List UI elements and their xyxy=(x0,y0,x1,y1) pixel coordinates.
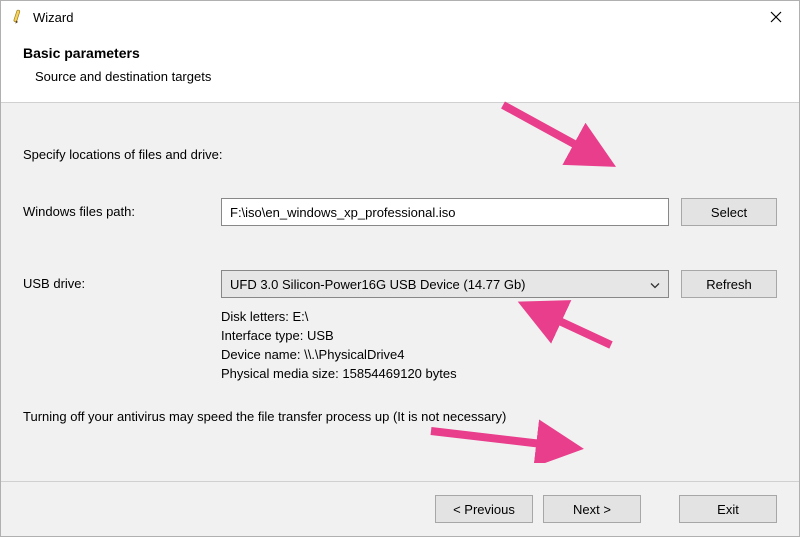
page-title: Basic parameters xyxy=(23,45,777,61)
files-path-input[interactable] xyxy=(221,198,669,226)
previous-button[interactable]: < Previous xyxy=(435,495,533,523)
usb-drive-row: USB drive: UFD 3.0 Silicon-Power16G USB … xyxy=(23,270,777,298)
wizard-window: Wizard Basic parameters Source and desti… xyxy=(0,0,800,537)
footer: < Previous Next > Exit xyxy=(1,481,799,536)
annotation-arrow-select xyxy=(491,97,631,177)
detail-interface-type: Interface type: USB xyxy=(221,327,777,346)
next-button[interactable]: Next > xyxy=(543,495,641,523)
exit-button[interactable]: Exit xyxy=(679,495,777,523)
usb-drive-selected: UFD 3.0 Silicon-Power16G USB Device (14.… xyxy=(230,277,526,292)
titlebar: Wizard xyxy=(1,1,799,33)
detail-physical-size: Physical media size: 15854469120 bytes xyxy=(221,365,777,384)
header-panel: Basic parameters Source and destination … xyxy=(1,33,799,103)
files-path-row: Windows files path: Select xyxy=(23,198,777,226)
chevron-down-icon xyxy=(650,277,660,292)
antivirus-note: Turning off your antivirus may speed the… xyxy=(23,409,777,424)
page-subtitle: Source and destination targets xyxy=(23,69,777,84)
select-button[interactable]: Select xyxy=(681,198,777,226)
window-title: Wizard xyxy=(33,10,753,25)
instruction-text: Specify locations of files and drive: xyxy=(23,147,777,162)
drive-details: Disk letters: E:\ Interface type: USB De… xyxy=(221,308,777,383)
detail-disk-letters: Disk letters: E:\ xyxy=(221,308,777,327)
app-icon xyxy=(9,9,25,25)
body-panel: Specify locations of files and drive: Wi… xyxy=(1,103,799,481)
refresh-button[interactable]: Refresh xyxy=(681,270,777,298)
close-button[interactable] xyxy=(753,1,799,33)
files-path-label: Windows files path: xyxy=(23,198,221,219)
usb-drive-select[interactable]: UFD 3.0 Silicon-Power16G USB Device (14.… xyxy=(221,270,669,298)
usb-drive-label: USB drive: xyxy=(23,270,221,291)
detail-device-name: Device name: \\.\PhysicalDrive4 xyxy=(221,346,777,365)
